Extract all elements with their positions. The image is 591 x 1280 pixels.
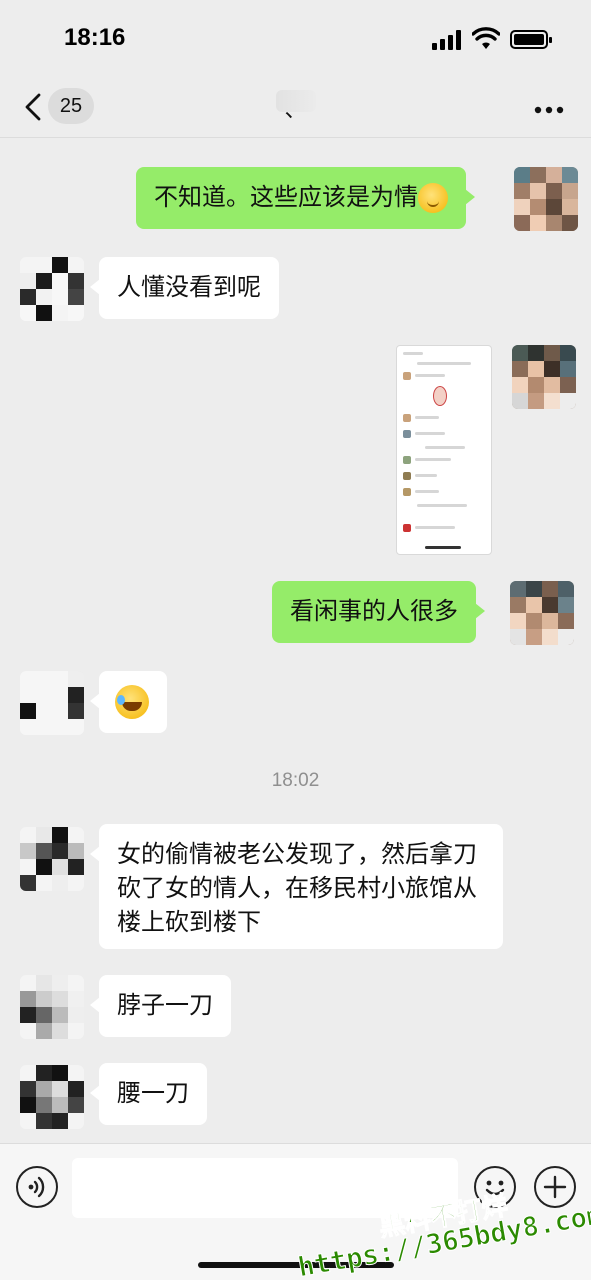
message-bubble-incoming[interactable]: 脖子一刀 xyxy=(90,975,231,1037)
wifi-icon xyxy=(472,27,500,49)
message-text: 人懂没看到呢 xyxy=(117,273,261,301)
status-time: 18:16 xyxy=(64,24,126,51)
voice-icon xyxy=(28,1176,45,1198)
message-text: 不知道。这些应该是为情 xyxy=(154,183,418,211)
message-bubble-outgoing[interactable]: 不知道。这些应该是为情 xyxy=(136,167,475,229)
more-options-icon[interactable] xyxy=(532,98,566,118)
blurred-title-area xyxy=(276,90,316,112)
cellular-signal-icon xyxy=(432,30,464,50)
message-text: 看闲事的人很多 xyxy=(290,597,458,625)
message-text: 腰一刀 xyxy=(117,1079,189,1107)
back-chevron-icon[interactable] xyxy=(22,92,44,122)
message-bubble-incoming[interactable]: 人懂没看到呢 xyxy=(90,257,279,319)
status-bar: 18:16 xyxy=(0,0,591,80)
message-bubble-outgoing[interactable]: 看闲事的人很多 xyxy=(272,581,485,643)
contact-avatar[interactable] xyxy=(20,1065,84,1129)
image-message-screenshot[interactable] xyxy=(396,345,492,555)
thinking-emoji-icon xyxy=(418,183,448,213)
voice-input-button[interactable] xyxy=(16,1166,58,1208)
message-timestamp: 18:02 xyxy=(271,770,320,791)
my-avatar[interactable] xyxy=(510,581,574,645)
plus-icon xyxy=(543,1175,567,1199)
message-bubble-incoming[interactable] xyxy=(90,671,167,733)
my-avatar[interactable] xyxy=(512,345,576,409)
my-avatar[interactable] xyxy=(514,167,578,231)
battery-icon xyxy=(510,30,552,49)
contact-avatar[interactable] xyxy=(20,827,84,891)
contact-avatar[interactable] xyxy=(20,671,84,735)
message-text: 女的偷情被老公发现了，然后拿刀砍了女的情人，在移民村小旅馆从楼上砍到楼下 xyxy=(117,840,477,936)
message-text: 脖子一刀 xyxy=(117,991,213,1019)
chat-messages: 不知道。这些应该是为情 人懂没看到呢 看闲事的人很多 18:02 女的偷情被老公… xyxy=(0,139,591,1143)
message-bubble-incoming[interactable]: 腰一刀 xyxy=(90,1063,207,1125)
message-bubble-incoming[interactable]: 女的偷情被老公发现了，然后拿刀砍了女的情人，在移民村小旅馆从楼上砍到楼下 xyxy=(90,824,503,949)
more-actions-button[interactable] xyxy=(534,1166,576,1208)
contact-avatar[interactable] xyxy=(20,257,84,321)
contact-avatar[interactable] xyxy=(20,975,84,1039)
laughing-tears-emoji-icon xyxy=(115,685,149,719)
unread-count-badge[interactable]: 25 xyxy=(48,88,94,124)
